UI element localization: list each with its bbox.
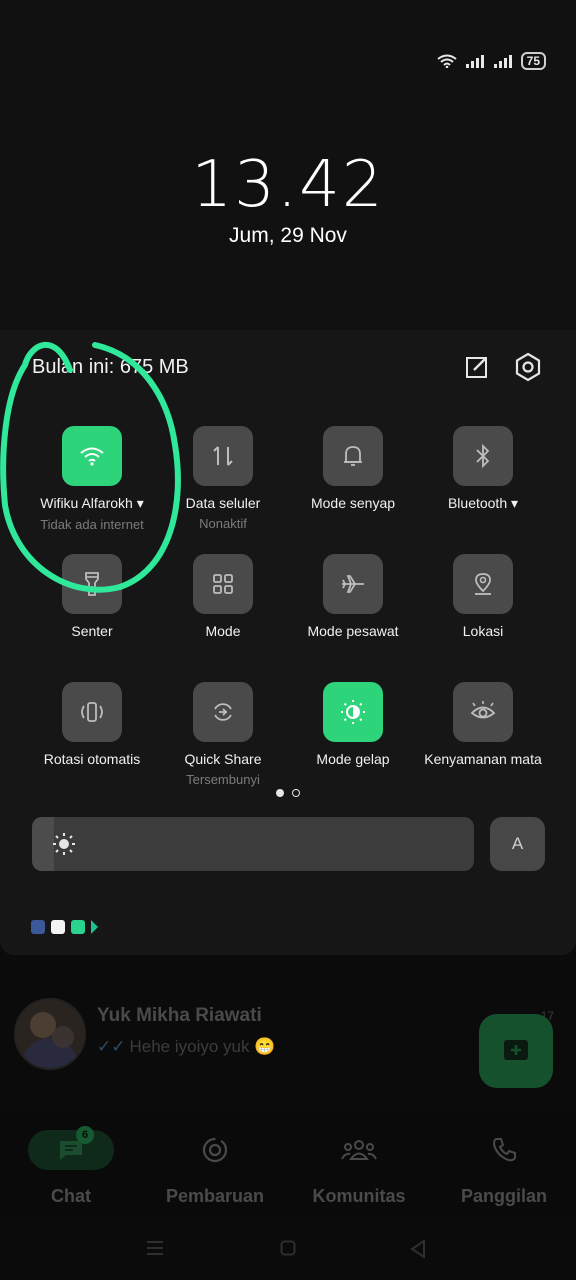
messages-icon [71, 920, 85, 934]
tile-label: Mode pesawat [307, 623, 399, 639]
tile-label: Wifiku Alfarokh ▾ [40, 495, 144, 511]
back-icon[interactable] [410, 1240, 426, 1258]
edit-icon[interactable] [462, 352, 492, 382]
tile-label: Quick Share [184, 751, 262, 767]
tile-label: Lokasi [462, 623, 504, 639]
communities-icon [341, 1140, 377, 1160]
dark-mode-icon [341, 700, 365, 724]
bluetooth-icon [476, 443, 490, 469]
mobile-data-toggle[interactable] [193, 426, 253, 486]
location-toggle[interactable] [453, 554, 513, 614]
flashlight-toggle[interactable] [62, 554, 122, 614]
tile-label: Data seluler [185, 495, 261, 511]
tile-airplane[interactable]: Mode pesawat [288, 554, 418, 639]
tile-label: Mode gelap [316, 751, 390, 767]
bottom-navigation: 6 Chat Pembaruan Komunitas Panggilan [0, 1110, 576, 1220]
eye-comfort-toggle[interactable] [453, 682, 513, 742]
tile-silent[interactable]: Mode senyap [288, 426, 418, 511]
signal-icon [465, 55, 484, 68]
page-dot-active [276, 789, 284, 797]
tile-auto-rotate[interactable]: Rotasi otomatis [27, 682, 157, 767]
silent-toggle[interactable] [323, 426, 383, 486]
page-indicator [276, 789, 300, 797]
auto-brightness-button[interactable]: A [490, 817, 545, 871]
chat-badge: 6 [76, 1126, 94, 1144]
phone-icon [492, 1138, 516, 1162]
signal-icon-2 [493, 55, 512, 68]
tile-label: Senter [71, 623, 113, 639]
tile-quick-share[interactable]: Quick Share Tersembunyi [158, 682, 288, 787]
wifi-toggle[interactable] [62, 426, 122, 486]
tile-location[interactable]: Lokasi [418, 554, 548, 639]
flashlight-icon [85, 572, 99, 596]
quick-share-toggle[interactable] [193, 682, 253, 742]
auto-rotate-toggle[interactable] [62, 682, 122, 742]
nav-updates-label: Pembaruan [165, 1186, 265, 1206]
rotate-icon [81, 702, 103, 722]
tile-flashlight[interactable]: Senter [27, 554, 157, 639]
tile-dark-mode[interactable]: Mode gelap [288, 682, 418, 767]
chat-name: Yuk Mikha Riawati [97, 1005, 262, 1026]
brightness-slider[interactable] [32, 817, 474, 871]
data-arrows-icon [213, 446, 233, 466]
bell-icon [344, 446, 362, 466]
settings-icon[interactable] [512, 351, 544, 383]
clock: 13.42 [191, 148, 385, 222]
nav-calls[interactable]: Panggilan [429, 1128, 576, 1207]
nav-communities[interactable]: Komunitas [284, 1128, 434, 1207]
notification-icons [31, 920, 98, 934]
bluetooth-toggle[interactable] [453, 426, 513, 486]
sun-icon [53, 833, 75, 855]
wifi-icon [80, 447, 104, 466]
status-bar: 75 [437, 52, 546, 70]
facebook-icon [31, 920, 45, 934]
nav-chat-label: Chat [51, 1186, 91, 1206]
mode-toggle[interactable] [193, 554, 253, 614]
tile-sublabel: Nonaktif [199, 516, 247, 531]
location-icon [475, 573, 491, 595]
nav-updates[interactable]: Pembaruan [140, 1128, 290, 1207]
nav-communities-label: Komunitas [312, 1186, 406, 1206]
airplane-toggle[interactable] [323, 554, 383, 614]
chat-preview-text: Hehe iyoiyo yuk 😁 [129, 1037, 276, 1056]
home-icon[interactable] [280, 1240, 296, 1256]
tile-sublabel: Tersembunyi [186, 772, 260, 787]
new-chat-button[interactable] [479, 1014, 553, 1088]
avatar [14, 998, 86, 1070]
battery-indicator: 75 [520, 52, 546, 70]
chat-tab-pill: 6 [28, 1126, 114, 1170]
updates-icon [202, 1137, 228, 1163]
tile-label: Rotasi otomatis [43, 751, 141, 767]
wifi-icon [437, 54, 457, 68]
tile-mobile-data[interactable]: Data seluler Nonaktif [158, 426, 288, 531]
tile-label: Kenyamanan mata [424, 751, 542, 767]
nav-calls-label: Panggilan [460, 1186, 547, 1206]
tile-mode[interactable]: Mode [158, 554, 288, 639]
play-store-icon [91, 920, 98, 934]
chat-preview: ✓✓ Hehe iyoiyo yuk 😁 [97, 1037, 275, 1057]
new-chat-icon [504, 1040, 528, 1060]
page-dot [292, 789, 300, 797]
grid-icon [213, 574, 233, 594]
tile-label: Bluetooth ▾ [447, 495, 519, 511]
system-navigation-bar [0, 1222, 576, 1280]
tile-bluetooth[interactable]: Bluetooth ▾ [418, 426, 548, 512]
tile-eye-comfort[interactable]: Kenyamanan mata [418, 682, 548, 767]
brightness-fill [32, 817, 55, 871]
read-ticks-icon: ✓✓ [97, 1037, 126, 1056]
nav-chat[interactable]: 6 Chat [0, 1126, 146, 1207]
tile-label: Mode senyap [310, 495, 396, 511]
date: Jum, 29 Nov [229, 224, 347, 247]
share-icon [214, 703, 232, 721]
dark-mode-toggle[interactable] [323, 682, 383, 742]
airplane-icon [342, 575, 364, 593]
recents-icon[interactable] [146, 1240, 164, 1256]
gallery-icon [51, 920, 65, 934]
tile-label: Mode [205, 623, 241, 639]
tile-sublabel: Tidak ada internet [40, 517, 144, 532]
data-usage-text[interactable]: Bulan ini: 675 MB [32, 356, 189, 379]
tile-wifi[interactable]: Wifiku Alfarokh ▾ Tidak ada internet [27, 426, 157, 532]
eye-icon [470, 701, 496, 719]
